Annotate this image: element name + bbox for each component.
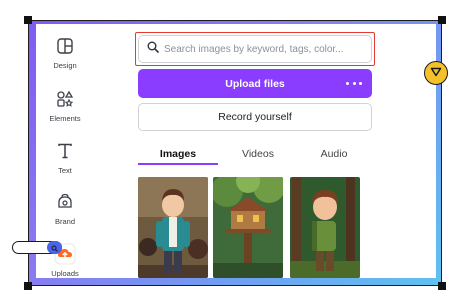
sidebar-item-label: Design xyxy=(53,61,77,70)
collapse-toggle-button[interactable] xyxy=(424,61,448,85)
tab-audio-label: Audio xyxy=(320,148,348,160)
sidebar-item-label: Elements xyxy=(49,114,81,123)
gallery-image-boy-in-forest[interactable] xyxy=(290,177,360,278)
record-yourself-label: Record yourself xyxy=(218,111,292,123)
upload-files-label: Upload files xyxy=(225,77,285,90)
more-options-icon[interactable] xyxy=(346,78,362,88)
resize-handle-bottom-right[interactable] xyxy=(438,282,446,290)
zoom-slider[interactable] xyxy=(12,241,62,254)
triangle-down-icon xyxy=(430,64,442,82)
tab-images-label: Images xyxy=(159,148,197,160)
magnifier-icon xyxy=(51,239,58,257)
sidebar-item-label: Uploads xyxy=(51,269,79,278)
sidebar: Design Elements Text Brand Uploads xyxy=(36,24,94,278)
sidebar-item-text[interactable]: Text xyxy=(36,140,94,184)
sidebar-item-label: Brand xyxy=(54,217,75,226)
sidebar-item-design[interactable]: Design xyxy=(36,35,94,79)
gallery-image-treehouse[interactable] xyxy=(213,177,283,278)
upload-files-button[interactable]: Upload files xyxy=(138,69,372,98)
search-field[interactable] xyxy=(138,35,372,63)
text-icon xyxy=(54,140,76,162)
search-input[interactable] xyxy=(164,36,371,62)
sidebar-item-brand[interactable]: Brand xyxy=(36,191,94,235)
brand-icon xyxy=(54,191,76,213)
resize-handle-bottom-left[interactable] xyxy=(24,282,32,290)
zoom-slider-knob[interactable] xyxy=(47,241,62,254)
gallery-image-boy-in-jacket[interactable] xyxy=(138,177,208,278)
search-icon xyxy=(147,40,159,58)
tab-images[interactable]: Images xyxy=(138,144,218,164)
tab-videos-label: Videos xyxy=(242,148,274,160)
resize-handle-top-right[interactable] xyxy=(438,16,446,24)
elements-icon xyxy=(54,88,76,110)
active-tab-indicator xyxy=(138,163,218,165)
sidebar-item-label: Text xyxy=(58,166,72,175)
record-yourself-button[interactable]: Record yourself xyxy=(138,103,372,131)
tab-videos[interactable]: Videos xyxy=(218,144,298,164)
resize-handle-top-left[interactable] xyxy=(24,16,32,24)
tab-audio[interactable]: Audio xyxy=(296,144,372,164)
sidebar-item-elements[interactable]: Elements xyxy=(36,88,94,132)
design-icon xyxy=(54,35,76,57)
